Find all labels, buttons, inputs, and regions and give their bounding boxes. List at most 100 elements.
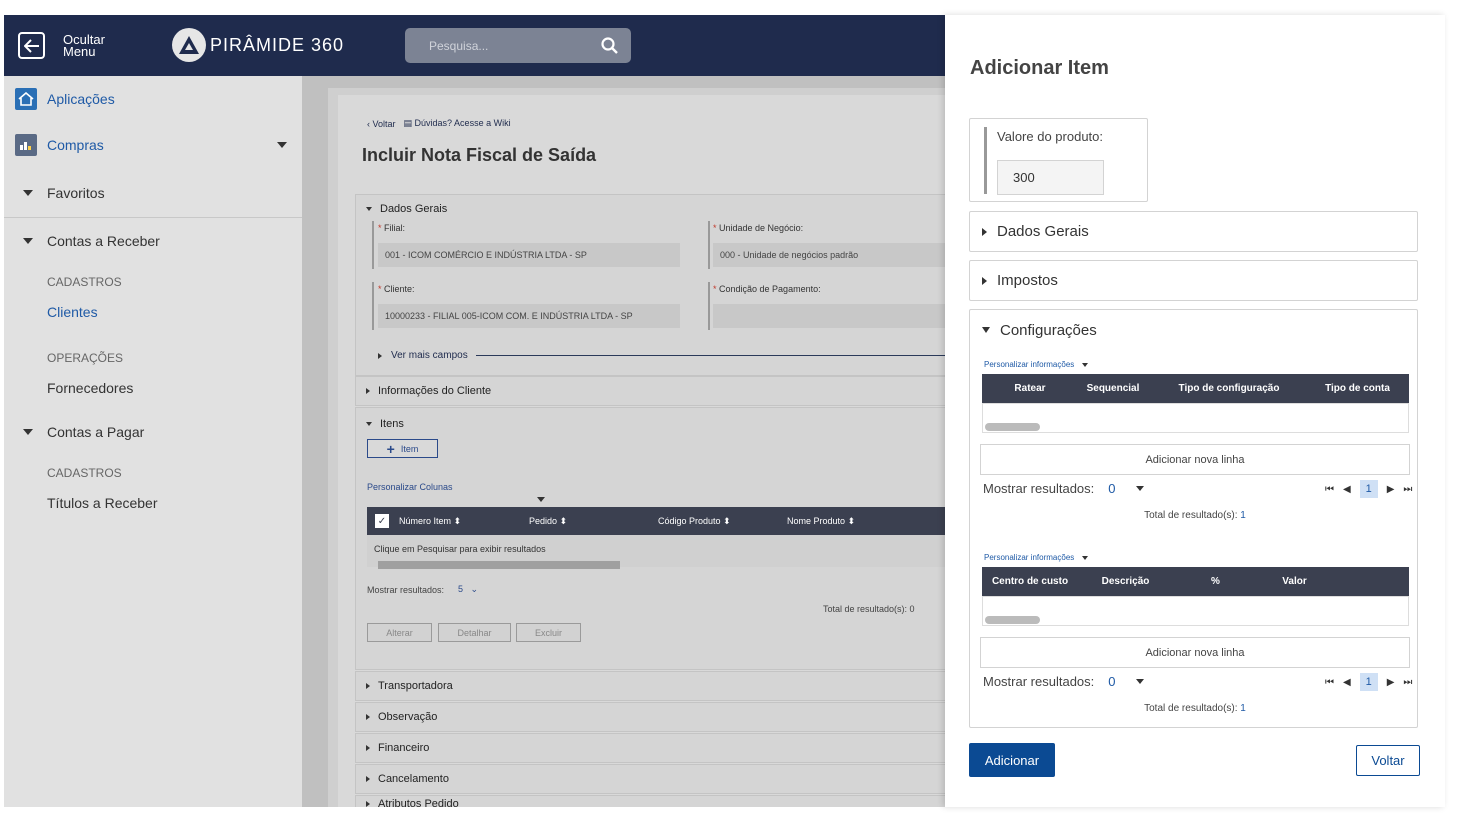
unidade-label: * Unidade de Negócio: [713,223,804,233]
col-numero-item[interactable]: Número Item ⬍ [399,516,529,527]
col-pedido[interactable]: Pedido ⬍ [529,516,658,527]
select-all-checkbox[interactable]: ✓ [375,514,389,528]
personalizar-informacoes-link[interactable]: Personalizar informações [984,553,1089,562]
chevron-down-icon [23,238,33,244]
col-codigo-produto[interactable]: Código Produto ⬍ [658,516,787,527]
last-page-icon[interactable]: ⏭ [1403,484,1412,495]
drawer-title: Adicionar Item [970,57,1109,79]
chevron-right-icon [378,352,382,359]
arrow-left-icon [18,32,45,59]
total-results: Total de resultado(s): 1 [1144,510,1246,521]
back-link[interactable]: ‹ Voltar [367,119,396,129]
chevron-right-icon [366,776,370,782]
cliente-field[interactable]: 10000233 - FILIAL 005-ICOM COM. E INDÚST… [378,304,680,328]
plus-icon: + [386,440,395,457]
section-cancelamento[interactable]: Cancelamento [355,764,945,794]
col-valor[interactable]: Valor [1258,576,1331,587]
logo: PIRÂMIDE 360 [172,28,344,62]
col-centro-custo[interactable]: Centro de custo [982,576,1078,587]
chevron-right-icon [366,388,370,394]
panel-header[interactable]: Configurações [970,310,1417,350]
col-sequencial[interactable]: Sequencial [1078,383,1148,394]
pagination: ⏮ ◀ 1 ▶ ⏭ [1325,673,1412,691]
personalizar-informacoes-link[interactable]: Personalizar informações [984,360,1089,369]
filial-field[interactable]: 001 - ICOM COMÉRCIO E INDÚSTRIA LTDA - S… [378,243,680,267]
section-financeiro[interactable]: Financeiro [355,733,945,763]
sidebar-item-label: Compras [47,137,104,153]
chevron-down-icon[interactable] [1135,679,1144,684]
page-size-value[interactable]: 0 [1108,674,1115,689]
sidebar-item-favoritos[interactable]: Favoritos [23,185,105,201]
sidebar-item-compras[interactable]: Compras [15,134,287,156]
col-nome-produto[interactable]: Nome Produto ⬍ [787,516,855,527]
chevron-down-icon [23,429,33,435]
sidebar-item-contas-pagar[interactable]: Contas a Pagar [23,424,144,440]
sidebar-item-titulos[interactable]: Títulos a Receber [47,495,158,511]
first-page-icon[interactable]: ⏮ [1325,484,1334,495]
horizontal-scrollbar[interactable] [985,423,1040,431]
next-page-icon[interactable]: ▶ [1387,677,1395,688]
mostrar-resultados: Mostrar resultados: 5 ⌄ [367,584,479,595]
page-number[interactable]: 1 [1359,480,1378,498]
add-line-button[interactable]: Adicionar nova linha [980,637,1410,668]
chevron-down-icon [23,190,33,196]
col-tipo-configuracao[interactable]: Tipo de configuração [1148,383,1310,394]
form-card: ‹ Voltar ▤ Dúvidas? Acesse a Wiki Inclui… [338,95,945,807]
personalizar-colunas-link[interactable]: Personalizar Colunas [367,482,453,492]
alterar-button[interactable]: Alterar [367,623,432,642]
mostrar-resultados: Mostrar resultados: 0 [983,481,1144,496]
sidebar-item-aplicacoes[interactable]: Aplicações [15,88,115,110]
col-percent[interactable]: % [1173,576,1258,587]
section-observacao[interactable]: Observação [355,702,945,732]
valor-input[interactable]: 300 [997,160,1104,195]
excluir-button[interactable]: Excluir [516,623,581,642]
panel-dados-gerais[interactable]: Dados Gerais [969,211,1418,252]
add-line-button[interactable]: Adicionar nova linha [980,444,1410,475]
detalhar-button[interactable]: Detalhar [438,623,511,642]
col-descricao[interactable]: Descrição [1078,576,1173,587]
chevron-down-icon[interactable] [537,489,545,507]
page-title: Incluir Nota Fiscal de Saída [362,145,597,165]
add-item-button[interactable]: + Item [367,439,438,458]
page-size-value[interactable]: 0 [1108,481,1115,496]
sidebar-item-contas-receber[interactable]: Contas a Receber [23,233,160,249]
adicionar-button[interactable]: Adicionar [969,743,1055,777]
horizontal-scrollbar[interactable] [378,561,620,569]
hide-menu-button[interactable]: Ocultar Menu [18,32,113,59]
section-atributos[interactable]: Atributos Pedido [355,795,945,807]
section-cadastros: CADASTROS [47,275,122,289]
total-results: Total de resultado(s): 1 [1144,703,1246,714]
mostrar-resultados: Mostrar resultados: 0 [983,674,1144,689]
ver-mais-link[interactable]: Ver mais campos [378,350,945,361]
next-page-icon[interactable]: ▶ [1387,484,1395,495]
chevron-down-icon[interactable] [1135,486,1144,491]
prev-page-icon[interactable]: ◀ [1343,484,1351,495]
section-header[interactable]: Itens [366,418,945,430]
last-page-icon[interactable]: ⏭ [1403,677,1412,688]
col-tipo-conta[interactable]: Tipo de conta [1310,383,1405,394]
search-input[interactable]: Pesquisa... [405,28,631,63]
prev-page-icon[interactable]: ◀ [1343,677,1351,688]
page-size-select[interactable]: 5 ⌄ [458,584,478,595]
unidade-field[interactable]: 000 - Unidade de negócios padrão [713,243,945,267]
search-icon[interactable] [601,36,619,55]
condicao-field[interactable] [713,304,945,328]
horizontal-scrollbar[interactable] [985,616,1040,624]
voltar-button[interactable]: Voltar [1356,745,1420,776]
wiki-link[interactable]: ▤ Dúvidas? Acesse a Wiki [404,118,511,129]
section-cadastros: CADASTROS [47,466,122,480]
section-transportadora[interactable]: Transportadora [355,671,945,701]
logo-text: PIRÂMIDE 360 [210,34,345,55]
total-results: Total de resultado(s): 0 [823,604,915,614]
sidebar-item-fornecedores[interactable]: Fornecedores [47,380,133,396]
col-ratear[interactable]: Ratear [982,383,1078,394]
sidebar: Aplicações Compras Favoritos Contas a Re… [4,76,302,807]
sidebar-item-clientes[interactable]: Clientes [47,304,98,320]
items-table-header: ✓ Número Item ⬍ Pedido ⬍ Código Produto … [367,507,945,535]
first-page-icon[interactable]: ⏮ [1325,677,1334,688]
section-info-cliente[interactable]: Informações do Cliente [355,376,945,406]
top-bar: Ocultar Menu PIRÂMIDE 360 Pesquisa... [4,15,945,76]
panel-impostos[interactable]: Impostos [969,260,1418,301]
page-number[interactable]: 1 [1359,673,1378,691]
section-header[interactable]: Dados Gerais [366,203,945,215]
